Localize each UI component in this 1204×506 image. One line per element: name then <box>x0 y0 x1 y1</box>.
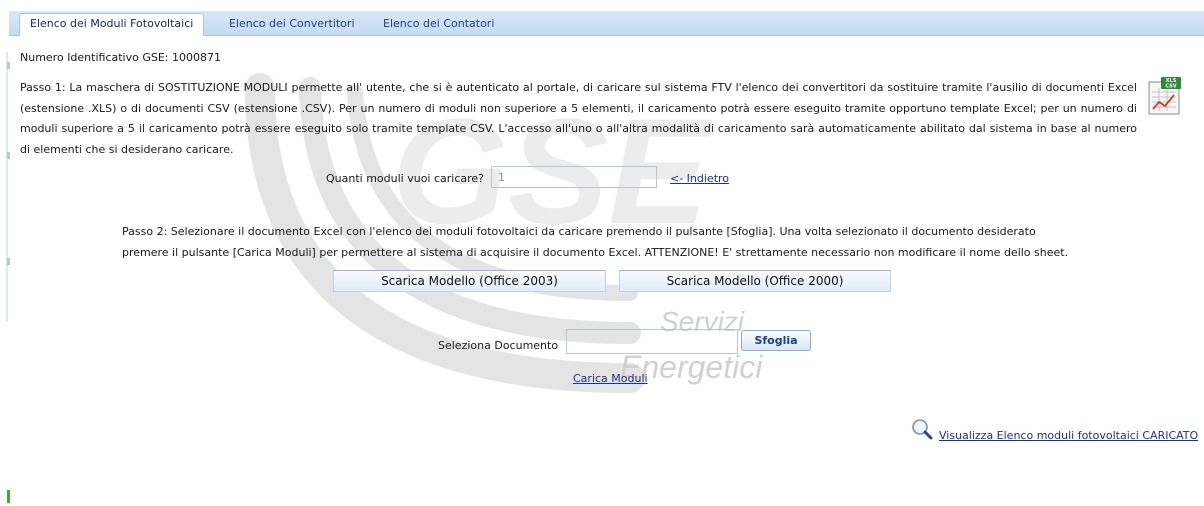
rail-tick <box>7 62 10 69</box>
status-marker <box>7 490 10 503</box>
step2-line2: premere il pulsante [Carica Moduli] per … <box>122 246 1069 259</box>
tab-convertitori[interactable]: Elenco dei Convertitori <box>219 14 365 35</box>
search-icon[interactable] <box>910 417 936 443</box>
download-template-office2000-button[interactable]: Scarica Modello (Office 2000) <box>619 270 891 292</box>
step1-instructions: Passo 1: La maschera di SOSTITUZIONE MOD… <box>20 81 1137 156</box>
upload-modules-link[interactable]: Carica Moduli <box>573 372 648 385</box>
svg-text:CSV: CSV <box>1165 84 1176 90</box>
rail-tick <box>7 152 10 159</box>
xls-csv-icon: XLS CSV <box>1148 77 1181 115</box>
rail-tick <box>7 258 10 265</box>
rail-line <box>6 52 8 322</box>
gse-identifier: Numero Identificativo GSE: 1000871 <box>20 51 221 64</box>
left-rail <box>0 0 10 506</box>
tab-moduli-fotovoltaici[interactable]: Elenco dei Moduli Fotovoltaici <box>19 13 205 36</box>
step2-line1: Passo 2: Selezionare il documento Excel … <box>122 225 1036 238</box>
back-link[interactable]: <- Indietro <box>670 172 729 185</box>
view-uploaded-modules-link[interactable]: Visualizza Elenco moduli fotovoltaici CA… <box>939 429 1198 442</box>
tab-contatori[interactable]: Elenco dei Contatori <box>373 14 504 35</box>
browse-button[interactable]: Sfoglia <box>741 330 811 351</box>
document-path-input[interactable] <box>566 329 738 354</box>
quantity-label: Quanti moduli vuoi caricare? <box>326 172 485 185</box>
quantity-input[interactable] <box>491 166 657 188</box>
tab-bar: Elenco dei Moduli Fotovoltaici Elenco de… <box>9 11 1204 36</box>
download-template-office2003-button[interactable]: Scarica Modello (Office 2003) <box>333 270 606 292</box>
select-document-label: Seleziona Documento <box>438 339 559 352</box>
step2-instructions: Passo 2: Selezionare il documento Excel … <box>122 221 1068 263</box>
